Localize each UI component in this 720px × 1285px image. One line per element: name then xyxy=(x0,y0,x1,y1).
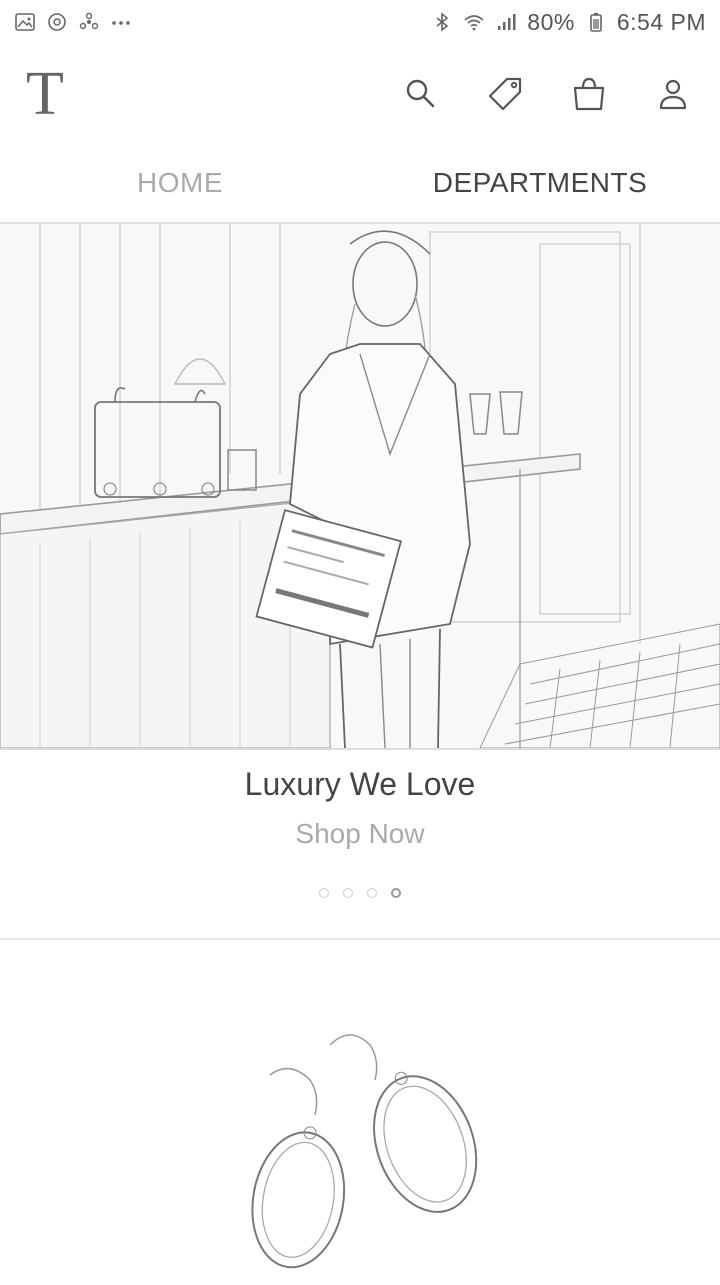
status-left xyxy=(14,11,132,33)
battery-percent: 80% xyxy=(527,8,575,35)
hero-banner-image[interactable] xyxy=(0,224,720,750)
status-right: 80% 6:54 PM xyxy=(431,9,706,36)
carousel-dot[interactable] xyxy=(319,888,329,898)
header-icons xyxy=(398,71,696,117)
shopping-bag-icon[interactable] xyxy=(566,71,612,117)
tab-home[interactable]: HOME xyxy=(0,144,360,222)
carousel-dot-active[interactable] xyxy=(391,888,401,898)
more-dots-icon xyxy=(110,11,132,33)
search-icon[interactable] xyxy=(398,71,444,117)
carousel-indicator xyxy=(0,888,720,898)
profile-icon[interactable] xyxy=(650,71,696,117)
status-time: 6:54 PM xyxy=(616,8,706,35)
product-image-earrings[interactable] xyxy=(200,1020,520,1280)
tag-icon[interactable] xyxy=(482,71,528,117)
main-tabs: HOME DEPARTMENTS xyxy=(0,144,720,224)
wifi-icon xyxy=(463,11,485,33)
tab-departments[interactable]: DEPARTMENTS xyxy=(360,144,720,222)
battery-icon xyxy=(585,11,607,33)
gallery-icon xyxy=(14,11,36,33)
brand-logo[interactable]: T xyxy=(26,63,64,125)
bluetooth-icon xyxy=(431,11,453,33)
status-bar: 80% 6:54 PM xyxy=(0,0,720,44)
carousel-dot[interactable] xyxy=(367,888,377,898)
sync-icon xyxy=(46,11,68,33)
shop-now-link[interactable]: Shop Now xyxy=(0,818,720,850)
section-divider xyxy=(0,938,720,940)
carousel-dot[interactable] xyxy=(343,888,353,898)
signal-icon xyxy=(495,11,517,33)
hero-title: Luxury We Love xyxy=(244,766,476,802)
fan-icon xyxy=(78,11,100,33)
app-header: T xyxy=(0,44,720,144)
